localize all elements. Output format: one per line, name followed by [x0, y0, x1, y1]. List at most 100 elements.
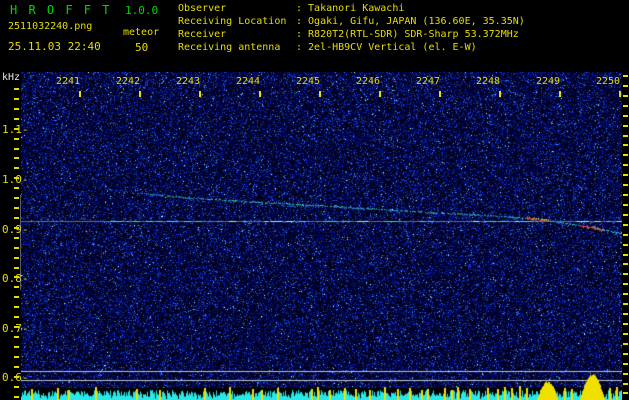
spectrogram-canvas [21, 72, 622, 400]
app-version: 1.0.0 [125, 4, 159, 17]
y-minor-tick-left [14, 177, 19, 179]
y-minor-tick-right [623, 224, 628, 226]
info-value: : Ogaki, Gifu, JAPAN (136.60E, 35.35N) [296, 16, 525, 27]
y-tick-label: 1.0- [2, 172, 29, 186]
y-minor-tick-right [623, 105, 628, 107]
y-minor-tick-right [623, 135, 628, 137]
observer-info-block: Observer : Takanori Kawachi Receiving Loca… [178, 3, 525, 55]
y-minor-tick-right [623, 323, 628, 325]
x-tick-label: 2250 [595, 76, 621, 87]
y-minor-tick-left [14, 286, 19, 288]
y-minor-tick-right [623, 333, 628, 335]
y-minor-tick-left [14, 227, 19, 229]
y-minor-tick-right [623, 184, 628, 186]
y-minor-tick-left [14, 197, 19, 199]
y-minor-tick-left [14, 386, 19, 388]
x-tick-mark [259, 91, 261, 97]
y-minor-tick-left [14, 118, 19, 120]
y-tick-label: 0.7- [2, 321, 29, 335]
info-value: : 2el-HB9CV Vertical (el. E-W) [296, 42, 477, 53]
y-minor-tick-left [14, 276, 19, 278]
y-minor-tick-left [14, 336, 19, 338]
y-minor-tick-left [14, 207, 19, 209]
x-tick-mark [139, 91, 141, 97]
y-minor-tick-right [623, 283, 628, 285]
y-minor-tick-right [623, 95, 628, 97]
y-minor-tick-right [623, 174, 628, 176]
datetime-label: 25.11.03 22:40 [8, 40, 101, 53]
y-minor-tick-left [14, 148, 19, 150]
info-label: Receiver [178, 29, 227, 40]
x-tick-mark [559, 91, 561, 97]
info-row: Observer : Takanori Kawachi [178, 3, 525, 16]
y-minor-tick-left [14, 257, 19, 259]
y-minor-tick-right [623, 234, 628, 236]
x-tick-label: 2242 [115, 76, 141, 87]
y-minor-tick-left [14, 316, 19, 318]
y-minor-tick-right [623, 244, 628, 246]
y-minor-tick-right [623, 214, 628, 216]
x-tick-label: 2244 [235, 76, 261, 87]
info-label: Receiving antenna [178, 42, 281, 53]
y-minor-tick-right [623, 392, 628, 394]
y-minor-tick-left [14, 88, 19, 90]
y-minor-tick-right [623, 373, 628, 375]
info-row: Receiving Location : Ogaki, Gifu, JAPAN (… [178, 16, 525, 29]
x-tick-label: 2241 [55, 76, 81, 87]
info-value: : Takanori Kawachi [296, 3, 405, 14]
y-minor-tick-right [623, 204, 628, 206]
sample-count: 50 [135, 41, 149, 54]
x-tick-label: 2248 [475, 76, 501, 87]
y-minor-tick-left [14, 167, 19, 169]
output-filename: 2511032240.png [8, 21, 93, 32]
y-minor-tick-right [623, 383, 628, 385]
x-tick-mark [439, 91, 441, 97]
mode-label: meteor [123, 27, 160, 38]
y-minor-tick-right [623, 85, 628, 87]
y-minor-tick-left [14, 128, 19, 130]
y-minor-tick-right [623, 115, 628, 117]
y-minor-tick-left [14, 267, 19, 269]
y-minor-tick-right [623, 154, 628, 156]
y-minor-tick-left [14, 356, 19, 358]
y-minor-tick-left [14, 187, 19, 189]
plot-left-edge-line [20, 195, 21, 290]
y-minor-tick-right [623, 194, 628, 196]
y-minor-tick-right [623, 273, 628, 275]
x-tick-label: 2249 [535, 76, 561, 87]
x-tick-mark [499, 91, 501, 97]
y-minor-tick-right [623, 313, 628, 315]
y-minor-tick-left [14, 247, 19, 249]
y-minor-tick-right [623, 293, 628, 295]
y-minor-tick-left [14, 98, 19, 100]
y-minor-tick-left [14, 108, 19, 110]
info-label: Receiving Location [178, 16, 287, 27]
x-tick-mark [199, 91, 201, 97]
x-tick-label: 2246 [355, 76, 381, 87]
y-minor-tick-left [14, 157, 19, 159]
y-minor-tick-left [14, 396, 19, 398]
y-minor-tick-right [623, 343, 628, 345]
y-minor-tick-right [623, 75, 628, 77]
y-minor-tick-right [623, 164, 628, 166]
y-minor-tick-left [14, 346, 19, 348]
info-label: Observer [178, 3, 227, 14]
x-tick-label: 2247 [415, 76, 441, 87]
x-tick-mark [79, 91, 81, 97]
info-row: Receiving antenna : 2el-HB9CV Vertical (e… [178, 42, 525, 55]
y-minor-tick-left [14, 296, 19, 298]
y-minor-tick-left [14, 376, 19, 378]
y-minor-tick-right [623, 353, 628, 355]
info-value: : R820T2(RTL-SDR) SDR-Sharp 53.372MHz [296, 29, 519, 40]
x-tick-label: 2243 [175, 76, 201, 87]
khz-axis-label: kHz [2, 72, 21, 83]
y-minor-tick-right [623, 303, 628, 305]
y-minor-tick-right [623, 254, 628, 256]
y-minor-tick-right [623, 263, 628, 265]
y-minor-tick-right [623, 125, 628, 127]
y-minor-tick-left [14, 217, 19, 219]
x-tick-mark [319, 91, 321, 97]
info-row: Receiver : R820T2(RTL-SDR) SDR-Sharp 53.3… [178, 29, 525, 42]
y-minor-tick-left [14, 237, 19, 239]
y-minor-tick-right [623, 144, 628, 146]
